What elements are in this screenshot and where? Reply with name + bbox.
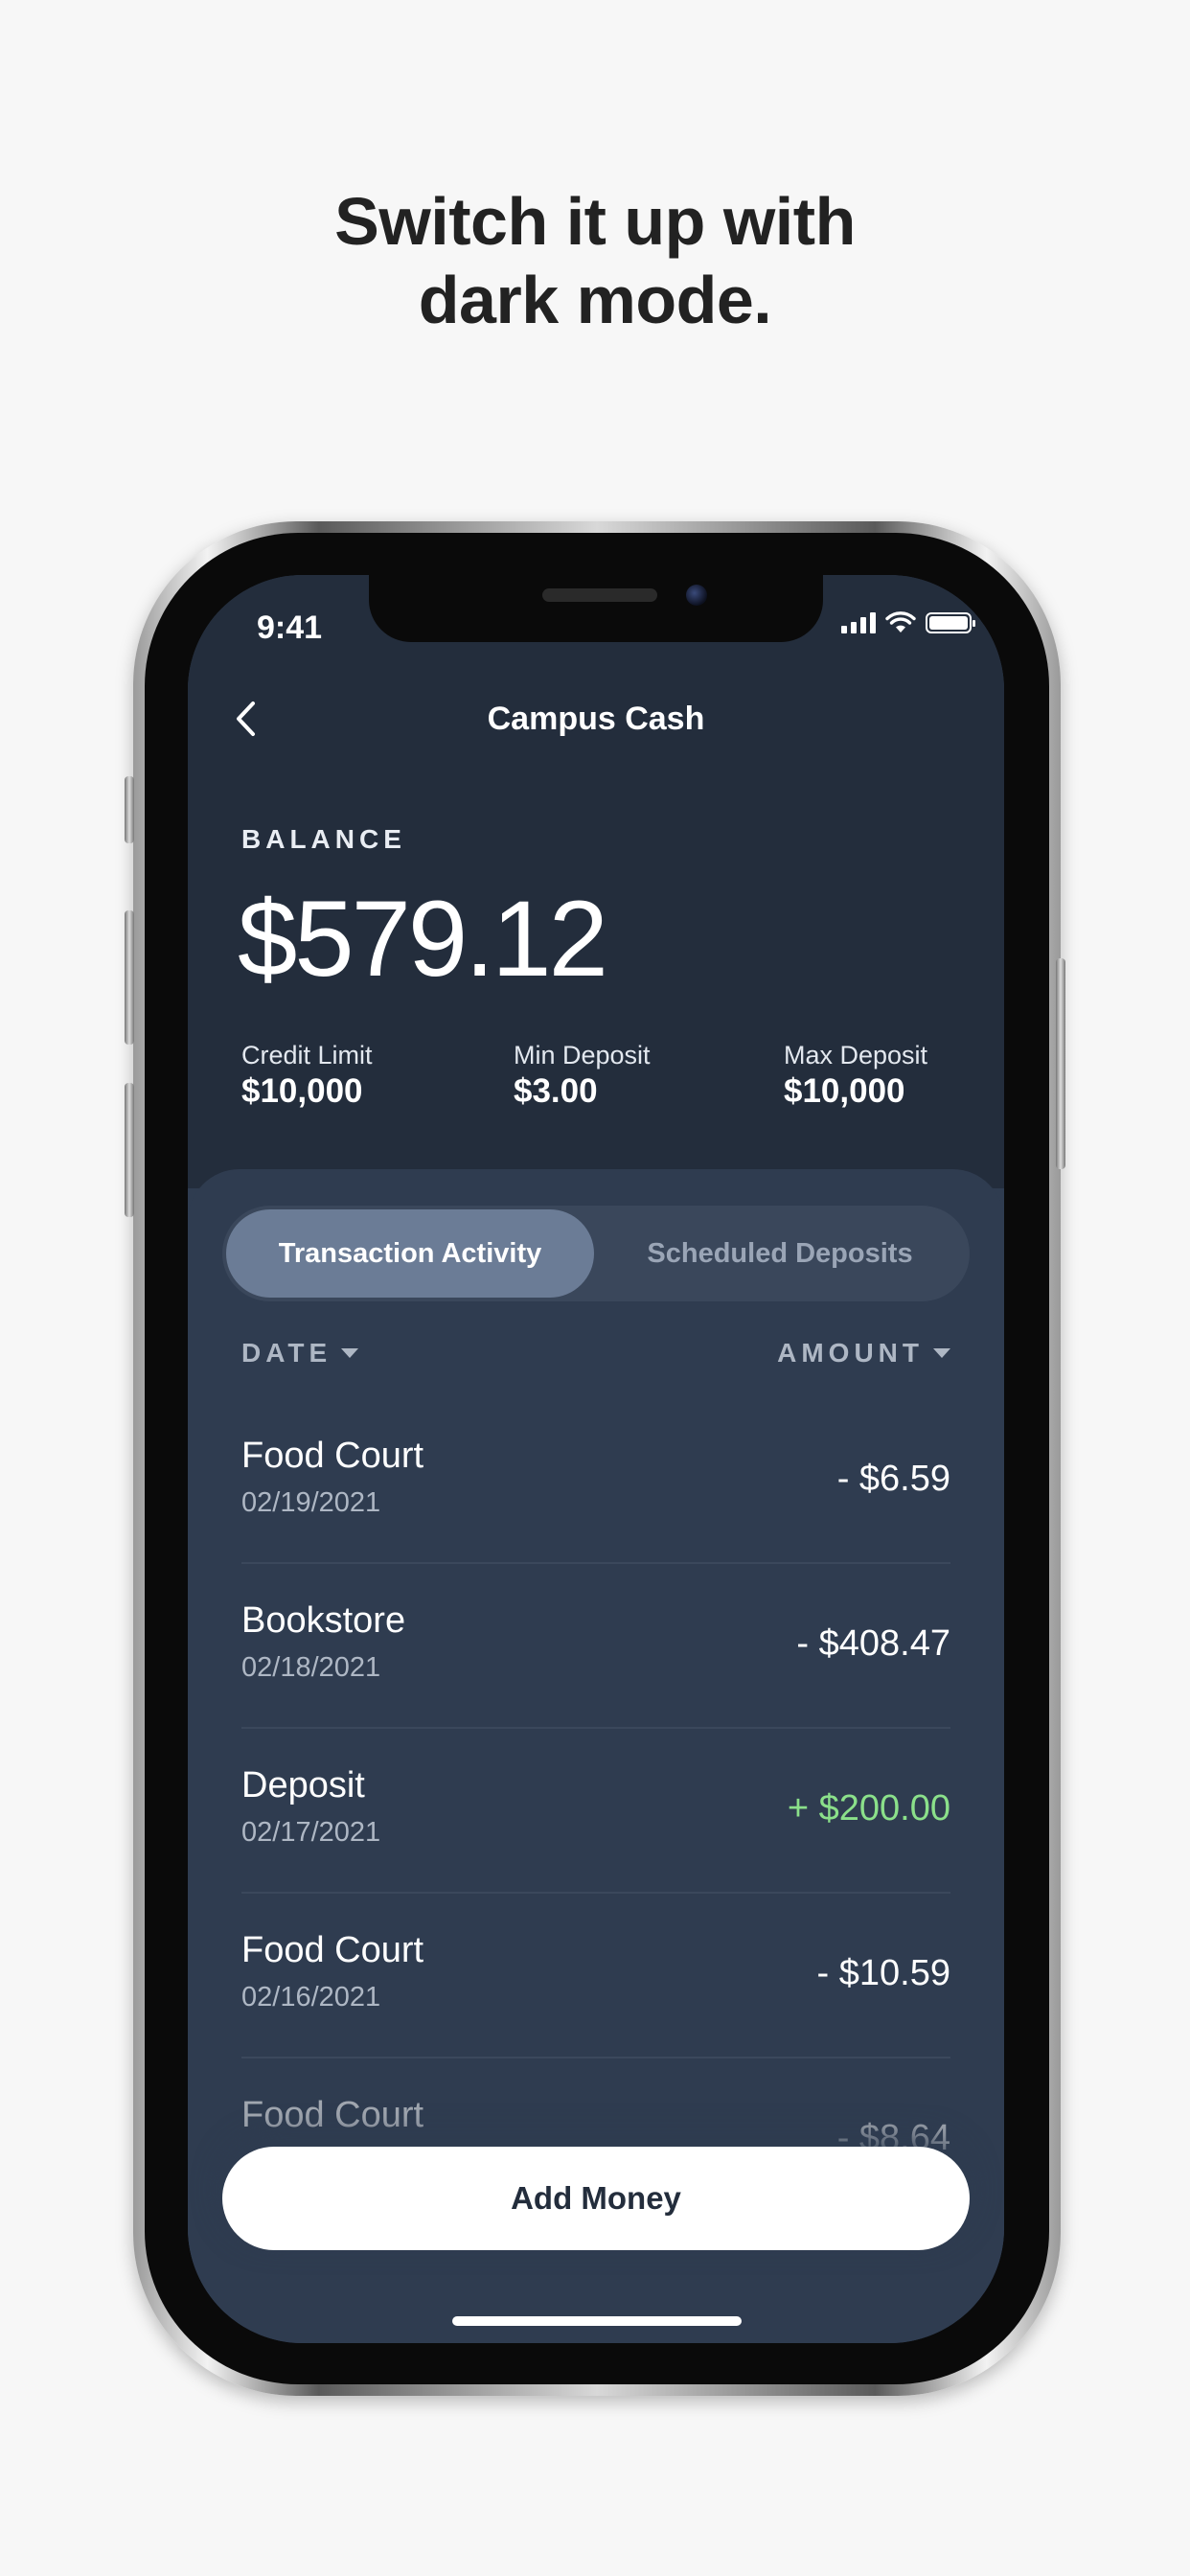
speaker (542, 588, 657, 602)
transaction-name: Food Court (241, 2095, 424, 2135)
tab-scheduled-deposits[interactable]: Scheduled Deposits (594, 1209, 966, 1298)
amount-header-label: AMOUNT (777, 1338, 924, 1368)
headline-line-1: Switch it up with (334, 184, 856, 259)
stat-value: $10,000 (784, 1072, 905, 1110)
headline-line-2: dark mode. (418, 263, 772, 337)
tab-switcher: Transaction Activity Scheduled Deposits (222, 1206, 970, 1301)
transaction-name: Food Court (241, 1436, 424, 1476)
max-deposit-stat: Max Deposit $10,000 (784, 1040, 927, 1113)
transaction-name: Food Court (241, 1930, 424, 1970)
volume-up-button (125, 910, 134, 1045)
transaction-amount: - $6.59 (836, 1459, 950, 1499)
stat-label: Credit Limit (241, 1041, 373, 1070)
notch (369, 575, 823, 642)
date-sort-header[interactable]: DATE (241, 1338, 359, 1368)
tab-transaction-activity[interactable]: Transaction Activity (226, 1209, 594, 1298)
stat-label: Min Deposit (514, 1041, 651, 1070)
amount-sort-header[interactable]: AMOUNT (777, 1338, 950, 1368)
balance-amount: $579.12 (238, 879, 608, 999)
transaction-amount: + $200.00 (787, 1788, 950, 1828)
transaction-date: 02/17/2021 (241, 1817, 381, 1848)
stat-value: $3.00 (514, 1072, 598, 1110)
promo-headline: Switch it up with dark mode. (0, 182, 1190, 339)
transaction-date: 02/16/2021 (241, 1982, 381, 2012)
credit-limit-stat: Credit Limit $10,000 (241, 1040, 373, 1113)
transaction-row[interactable]: Deposit 02/17/2021 + $200.00 (241, 1729, 950, 1894)
promo-page: Switch it up with dark mode. 9:41 Campus… (0, 0, 1190, 2576)
phone-screen: 9:41 Campus Cash BALANCE $579.12 Credit … (188, 575, 1004, 2343)
status-icons (841, 611, 975, 634)
front-camera (686, 585, 707, 606)
transaction-row[interactable]: Food Court 02/19/2021 - $6.59 (241, 1399, 950, 1564)
power-button (1056, 958, 1065, 1169)
stat-value: $10,000 (241, 1072, 363, 1110)
date-header-label: DATE (241, 1338, 332, 1368)
transaction-name: Bookstore (241, 1600, 406, 1641)
transaction-amount: - $10.59 (816, 1953, 950, 1993)
transaction-amount: - $408.47 (796, 1623, 950, 1664)
min-deposit-stat: Min Deposit $3.00 (514, 1040, 651, 1113)
home-indicator[interactable] (452, 2316, 742, 2326)
wifi-icon (885, 611, 916, 632)
volume-down-button (125, 1083, 134, 1217)
transaction-date: 02/19/2021 (241, 1487, 381, 1518)
transaction-row[interactable]: Food Court 02/16/2021 - $10.59 (241, 1894, 950, 2058)
transaction-row[interactable]: Bookstore 02/18/2021 - $408.47 (241, 1564, 950, 1729)
caret-down-icon (933, 1348, 950, 1358)
stat-label: Max Deposit (784, 1041, 928, 1070)
add-money-button[interactable]: Add Money (222, 2147, 970, 2250)
nav-title: Campus Cash (487, 701, 705, 737)
mute-switch (125, 776, 134, 843)
transaction-list: Food Court 02/19/2021 - $6.59 Bookstore … (241, 1399, 950, 2223)
battery-icon (926, 612, 975, 633)
transaction-date: 02/18/2021 (241, 1652, 381, 1683)
signal-icon (841, 612, 876, 633)
balance-label: BALANCE (241, 824, 406, 854)
transaction-name: Deposit (241, 1765, 365, 1806)
caret-down-icon (341, 1348, 359, 1358)
status-time: 9:41 (257, 610, 323, 646)
